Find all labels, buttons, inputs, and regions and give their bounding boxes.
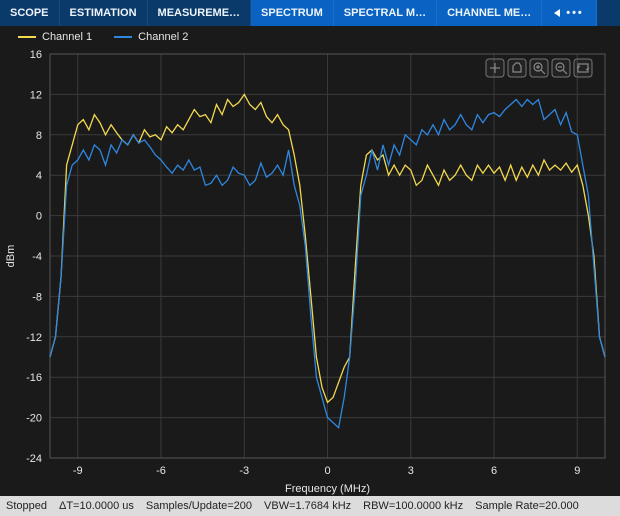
legend-swatch-2 xyxy=(114,36,132,38)
svg-text:-12: -12 xyxy=(26,332,42,344)
status-vbw: VBW=1.7684 kHz xyxy=(264,500,351,512)
svg-text:-3: -3 xyxy=(239,465,249,477)
svg-text:Frequency (MHz): Frequency (MHz) xyxy=(285,483,370,495)
svg-text:16: 16 xyxy=(30,49,42,61)
chart-area: -9 -6 -3 0 3 6 9 -24 -20 -16 -12 -8 -4 0 4 8 12 16 Frequen… xyxy=(0,48,620,496)
svg-text:9: 9 xyxy=(574,465,580,477)
tab-spectral-measurements[interactable]: SPECTRAL M… xyxy=(334,0,437,26)
svg-text:dBm: dBm xyxy=(5,245,17,268)
tab-overflow[interactable]: ••• xyxy=(542,0,597,26)
legend-channel-2[interactable]: Channel 2 xyxy=(114,31,188,43)
svg-text:-9: -9 xyxy=(73,465,83,477)
svg-text:3: 3 xyxy=(408,465,414,477)
svg-text:-6: -6 xyxy=(156,465,166,477)
status-sr: Sample Rate=20.000 xyxy=(475,500,579,512)
svg-text:0: 0 xyxy=(36,211,42,223)
svg-text:12: 12 xyxy=(30,89,42,101)
svg-text:-20: -20 xyxy=(26,413,42,425)
crosshair-icon[interactable] xyxy=(486,59,504,77)
status-spu: Samples/Update=200 xyxy=(146,500,252,512)
spectrum-chart[interactable]: -9 -6 -3 0 3 6 9 -24 -20 -16 -12 -8 -4 0 4 8 12 16 Frequen… xyxy=(0,48,620,496)
zoom-out-icon[interactable] xyxy=(552,59,570,77)
legend-swatch-1 xyxy=(18,36,36,38)
status-rbw: RBW=100.0000 kHz xyxy=(363,500,463,512)
more-dots-icon: ••• xyxy=(566,7,584,19)
legend-label-1: Channel 1 xyxy=(42,31,92,43)
tab-channel-measurements[interactable]: CHANNEL ME… xyxy=(437,0,542,26)
pan-icon[interactable] xyxy=(508,59,526,77)
svg-text:-8: -8 xyxy=(32,291,42,303)
svg-text:0: 0 xyxy=(324,465,330,477)
zoom-in-icon[interactable] xyxy=(530,59,548,77)
tab-measurements[interactable]: MEASUREME… xyxy=(148,0,252,26)
tab-spectrum[interactable]: SPECTRUM xyxy=(251,0,334,26)
home-icon[interactable] xyxy=(574,59,592,77)
legend-bar: Channel 1 Channel 2 xyxy=(0,26,620,48)
svg-text:-16: -16 xyxy=(26,372,42,384)
legend-label-2: Channel 2 xyxy=(138,31,188,43)
svg-text:8: 8 xyxy=(36,130,42,142)
svg-text:-4: -4 xyxy=(32,251,42,263)
tab-bar: SCOPE ESTIMATION MEASUREME… SPECTRUM SPE… xyxy=(0,0,620,26)
svg-text:4: 4 xyxy=(36,170,42,182)
svg-text:-24: -24 xyxy=(26,453,42,465)
status-dt: ΔT=10.0000 us xyxy=(59,500,134,512)
status-state: Stopped xyxy=(6,500,47,512)
tab-estimation[interactable]: ESTIMATION xyxy=(60,0,148,26)
legend-channel-1[interactable]: Channel 1 xyxy=(18,31,92,43)
status-bar: Stopped ΔT=10.0000 us Samples/Update=200… xyxy=(0,496,620,516)
chevron-left-icon xyxy=(554,9,560,17)
tab-scope[interactable]: SCOPE xyxy=(0,0,60,26)
svg-text:6: 6 xyxy=(491,465,497,477)
